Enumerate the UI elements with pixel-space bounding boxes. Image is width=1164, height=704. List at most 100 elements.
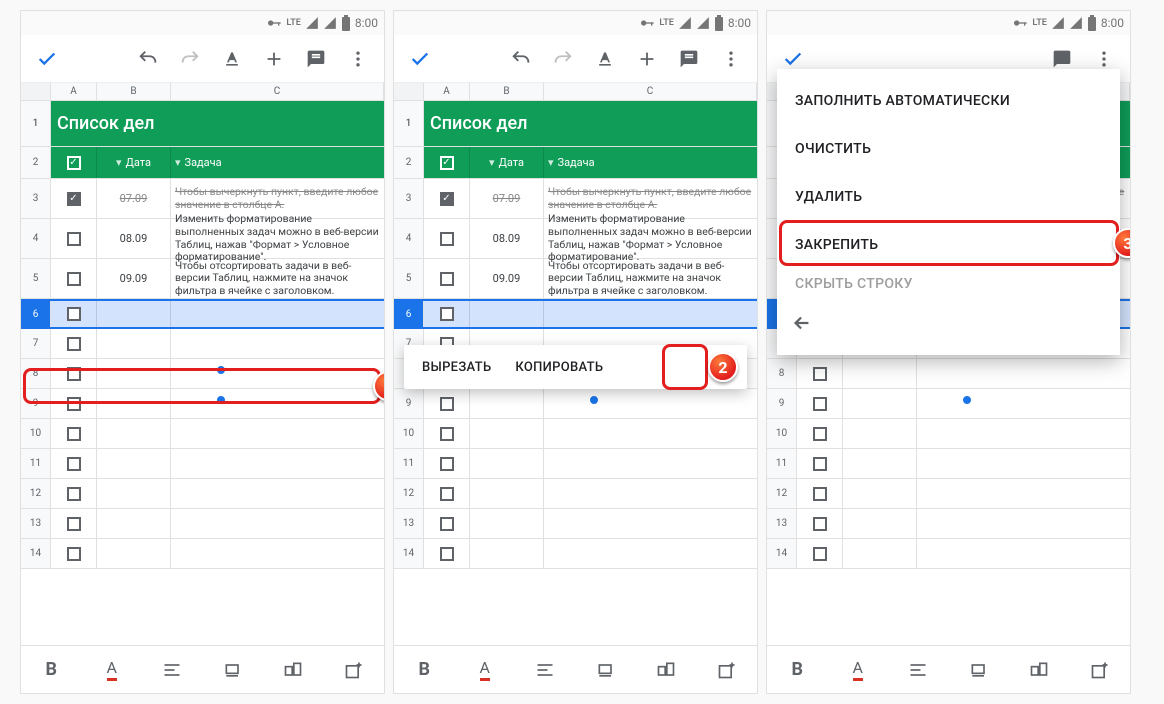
- battery-icon: [341, 15, 351, 31]
- table-row[interactable]: 10: [21, 419, 384, 449]
- text-color-button[interactable]: A: [465, 650, 505, 690]
- header-row[interactable]: 2 ✓ ▾Дата ▾Задача: [21, 147, 384, 179]
- bold-button[interactable]: B: [777, 650, 817, 690]
- status-bar: LTE 8:00: [767, 11, 1130, 35]
- insert-button[interactable]: [1080, 650, 1120, 690]
- selection-handle-icon[interactable]: [962, 395, 972, 405]
- overflow-button[interactable]: [338, 39, 378, 79]
- screen-1: LTE 8:00 A B C 1 Список дел 2 ✓ ▾Дата ▾З…: [20, 10, 385, 694]
- table-row[interactable]: 5 09.09 Чтобы отсортировать задачи в веб…: [21, 259, 384, 299]
- merge-button[interactable]: [1019, 650, 1059, 690]
- checkbox-icon[interactable]: [813, 547, 827, 561]
- checkbox-icon[interactable]: [440, 272, 454, 286]
- menu-delete[interactable]: УДАЛИТЬ: [777, 173, 1120, 221]
- context-toolbar: ВЫРЕЗАТЬ КОПИРОВАТЬ: [404, 345, 747, 389]
- checkbox-icon[interactable]: [440, 307, 454, 321]
- selection-handle-icon[interactable]: [216, 395, 226, 405]
- undo-button[interactable]: [128, 39, 168, 79]
- overflow-button[interactable]: [711, 39, 751, 79]
- table-row[interactable]: 11: [21, 449, 384, 479]
- accept-button[interactable]: [400, 39, 440, 79]
- fill-color-button[interactable]: [959, 650, 999, 690]
- menu-freeze[interactable]: ЗАКРЕПИТЬ: [777, 221, 1120, 269]
- checkbox-icon[interactable]: [67, 547, 81, 561]
- table-row[interactable]: 9: [21, 389, 384, 419]
- checkbox-icon[interactable]: [67, 397, 81, 411]
- text-color-button[interactable]: A: [92, 650, 132, 690]
- bold-button[interactable]: B: [404, 650, 444, 690]
- table-row[interactable]: 13: [21, 509, 384, 539]
- selected-row[interactable]: 6: [21, 299, 384, 329]
- spreadsheet[interactable]: A B C 1 Список дел 2 ✓ ▾Дата ▾Задача 3 ✓…: [21, 83, 384, 645]
- comment-button[interactable]: [669, 39, 709, 79]
- text-color-button[interactable]: A: [838, 650, 878, 690]
- checkbox-icon[interactable]: ✓: [67, 192, 81, 206]
- clock: 8:00: [728, 16, 751, 30]
- menu-clear[interactable]: ОЧИСТИТЬ: [777, 125, 1120, 173]
- checkbox-icon[interactable]: [67, 457, 81, 471]
- redo-button[interactable]: [543, 39, 583, 79]
- checkbox-icon[interactable]: [813, 427, 827, 441]
- checkbox-icon[interactable]: [813, 457, 827, 471]
- insert-button[interactable]: [334, 650, 374, 690]
- sheet-title: Список дел: [51, 101, 384, 146]
- menu-autofill[interactable]: ЗАПОЛНИТЬ АВТОМАТИЧЕСКИ: [777, 77, 1120, 125]
- text-format-button[interactable]: [585, 39, 625, 79]
- table-row[interactable]: 12: [21, 479, 384, 509]
- checkbox-icon[interactable]: [440, 427, 454, 441]
- table-row[interactable]: 7: [21, 329, 384, 359]
- checkbox-icon[interactable]: [67, 232, 81, 246]
- checkbox-icon[interactable]: [67, 337, 81, 351]
- selection-handle-icon[interactable]: [589, 395, 599, 405]
- table-row[interactable]: 14: [21, 539, 384, 569]
- checkbox-icon[interactable]: [813, 367, 827, 381]
- checkbox-icon[interactable]: [440, 457, 454, 471]
- merge-button[interactable]: [273, 650, 313, 690]
- checkbox-icon[interactable]: [440, 232, 454, 246]
- align-button[interactable]: [152, 650, 192, 690]
- context-menu: ЗАПОЛНИТЬ АВТОМАТИЧЕСКИ ОЧИСТИТЬ УДАЛИТЬ…: [777, 69, 1120, 355]
- cut-button[interactable]: ВЫРЕЗАТЬ: [412, 360, 501, 375]
- title-row[interactable]: 1 Список дел: [21, 101, 384, 147]
- checkbox-icon[interactable]: [67, 517, 81, 531]
- checkbox-icon[interactable]: [67, 307, 81, 321]
- accept-button[interactable]: [27, 39, 67, 79]
- redo-button[interactable]: [170, 39, 210, 79]
- menu-hide[interactable]: СКРЫТЬ СТРОКУ: [777, 269, 1120, 299]
- col-a-header[interactable]: A: [51, 83, 97, 100]
- table-row[interactable]: 8: [21, 359, 384, 389]
- fill-color-button[interactable]: [586, 650, 626, 690]
- lte-icon: LTE: [286, 18, 300, 28]
- filter-icon[interactable]: ▾: [116, 156, 122, 169]
- checkbox-icon[interactable]: [440, 547, 454, 561]
- checkbox-icon[interactable]: [813, 517, 827, 531]
- comment-button[interactable]: [296, 39, 336, 79]
- undo-button[interactable]: [501, 39, 541, 79]
- checkbox-icon[interactable]: ✓: [440, 192, 454, 206]
- copy-button[interactable]: КОПИРОВАТЬ: [505, 360, 613, 375]
- checkbox-icon[interactable]: [440, 487, 454, 501]
- add-button[interactable]: [627, 39, 667, 79]
- checkbox-icon[interactable]: [440, 397, 454, 411]
- col-b-header[interactable]: B: [97, 83, 171, 100]
- checkbox-icon[interactable]: [67, 367, 81, 381]
- fill-color-button[interactable]: [213, 650, 253, 690]
- checkbox-icon[interactable]: [67, 427, 81, 441]
- bold-button[interactable]: B: [31, 650, 71, 690]
- checkbox-icon[interactable]: [813, 397, 827, 411]
- col-c-header[interactable]: C: [171, 83, 384, 100]
- back-button[interactable]: [777, 299, 1120, 347]
- filter-icon[interactable]: ▾: [175, 156, 181, 169]
- text-format-button[interactable]: [212, 39, 252, 79]
- align-button[interactable]: [525, 650, 565, 690]
- table-row[interactable]: 4 08.09 Изменить форматирование выполнен…: [21, 219, 384, 259]
- align-button[interactable]: [898, 650, 938, 690]
- add-button[interactable]: [254, 39, 294, 79]
- checkbox-icon[interactable]: [67, 272, 81, 286]
- merge-button[interactable]: [646, 650, 686, 690]
- checkbox-icon[interactable]: [440, 517, 454, 531]
- insert-button[interactable]: [707, 650, 747, 690]
- selection-handle-icon[interactable]: [216, 365, 226, 375]
- checkbox-icon[interactable]: [67, 487, 81, 501]
- checkbox-icon[interactable]: [813, 487, 827, 501]
